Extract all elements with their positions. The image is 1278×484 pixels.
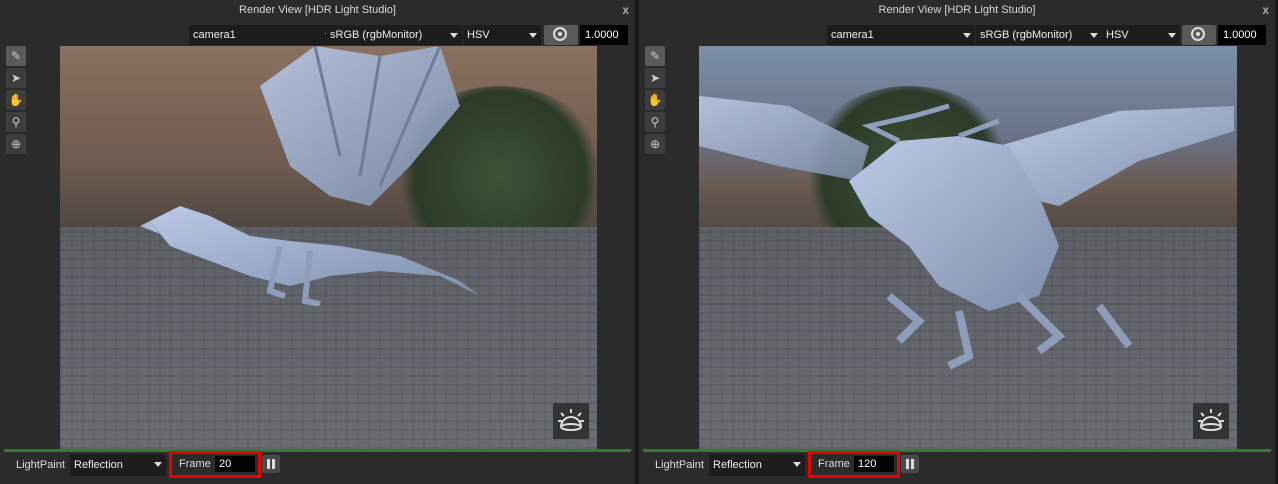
render-image (699, 46, 1237, 449)
render-view-panel-right: Render View [HDR Light Studio] x camera1… (639, 0, 1275, 484)
bottom-bar: LightPaint Reflection Frame 20 (0, 451, 635, 478)
color-mode-value: HSV (467, 29, 490, 41)
exposure-input[interactable]: 1.0000 (1218, 25, 1266, 45)
status-separator (643, 449, 1271, 452)
paintbrush-icon[interactable]: ✎ (645, 46, 665, 66)
hand-icon[interactable]: ✋ (645, 90, 665, 110)
lightpaint-mode-value: Reflection (713, 459, 762, 471)
tool-strip: ✎ ➤ ✋ ⚲ ⊕ (6, 46, 26, 156)
camera-value: camera1 (193, 29, 236, 41)
color-mode-dropdown[interactable]: HSV (463, 25, 541, 45)
hand-icon[interactable]: ✋ (6, 90, 26, 110)
camera-value: camera1 (831, 29, 874, 41)
chevron-down-icon (963, 33, 971, 38)
aperture-icon[interactable] (544, 25, 578, 45)
color-space-dropdown[interactable]: sRGB (rgbMonitor) (976, 25, 1102, 45)
lightpaint-mode-dropdown[interactable]: Reflection (70, 454, 166, 476)
panel-title-text: Render View [HDR Light Studio] (878, 4, 1036, 16)
frame-label: Frame (179, 458, 211, 470)
pause-icon[interactable] (901, 455, 919, 473)
aperture-icon[interactable] (1182, 25, 1216, 45)
pointer-icon[interactable]: ➤ (6, 68, 26, 88)
zoom-icon[interactable]: ⚲ (645, 112, 665, 132)
chevron-down-icon (450, 33, 458, 38)
frame-input[interactable]: 120 (854, 456, 894, 472)
pointer-icon[interactable]: ➤ (645, 68, 665, 88)
frame-input[interactable]: 20 (215, 456, 255, 472)
exposure-input[interactable]: 1.0000 (580, 25, 628, 45)
camera-dropdown[interactable]: camera1 (827, 25, 975, 45)
render-toolbar: camera1 sRGB (rgbMonitor) HSV 1.0000 (639, 24, 1275, 46)
lightpaint-label: LightPaint (16, 459, 65, 471)
zoom-fit-icon[interactable]: ⊕ (645, 134, 665, 154)
color-mode-dropdown[interactable]: HSV (1102, 25, 1180, 45)
chevron-down-icon (793, 462, 801, 467)
tool-strip: ✎ ➤ ✋ ⚲ ⊕ (645, 46, 665, 156)
chevron-down-icon (154, 462, 162, 467)
status-separator (4, 449, 631, 452)
zoom-fit-icon[interactable]: ⊕ (6, 134, 26, 154)
lightpaint-mode-value: Reflection (74, 459, 123, 471)
camera-dropdown[interactable]: camera1 (189, 25, 337, 45)
chevron-down-icon (1168, 33, 1176, 38)
render-view-panel-left: Render View [HDR Light Studio] x camera1… (0, 0, 636, 484)
paintbrush-icon[interactable]: ✎ (6, 46, 26, 66)
panel-title: Render View [HDR Light Studio] x (0, 0, 635, 20)
lightpaint-mode-dropdown[interactable]: Reflection (709, 454, 805, 476)
pause-icon[interactable] (262, 455, 280, 473)
color-mode-value: HSV (1106, 29, 1129, 41)
render-viewport[interactable] (60, 46, 597, 449)
render-image (60, 46, 597, 449)
dragon-model (140, 46, 480, 306)
panel-title-text: Render View [HDR Light Studio] (239, 4, 396, 16)
frame-label: Frame (818, 458, 850, 470)
frame-highlight: Frame 120 (808, 451, 900, 478)
dome-light-icon[interactable] (1193, 403, 1229, 439)
color-space-dropdown[interactable]: sRGB (rgbMonitor) (326, 25, 462, 45)
chevron-down-icon (529, 33, 537, 38)
frame-highlight: Frame 20 (169, 451, 261, 478)
lightpaint-label: LightPaint (655, 459, 704, 471)
dragon-model (699, 96, 1234, 370)
color-space-value: sRGB (rgbMonitor) (980, 29, 1073, 41)
color-space-value: sRGB (rgbMonitor) (330, 29, 423, 41)
render-toolbar: camera1 sRGB (rgbMonitor) HSV 1.0000 (0, 24, 635, 46)
bottom-bar: LightPaint Reflection Frame 120 (639, 451, 1275, 478)
dome-light-icon[interactable] (553, 403, 589, 439)
close-icon[interactable]: x (1262, 0, 1269, 20)
close-icon[interactable]: x (622, 0, 629, 20)
chevron-down-icon (1090, 33, 1098, 38)
panel-title: Render View [HDR Light Studio] x (639, 0, 1275, 20)
zoom-icon[interactable]: ⚲ (6, 112, 26, 132)
render-viewport[interactable] (699, 46, 1237, 449)
